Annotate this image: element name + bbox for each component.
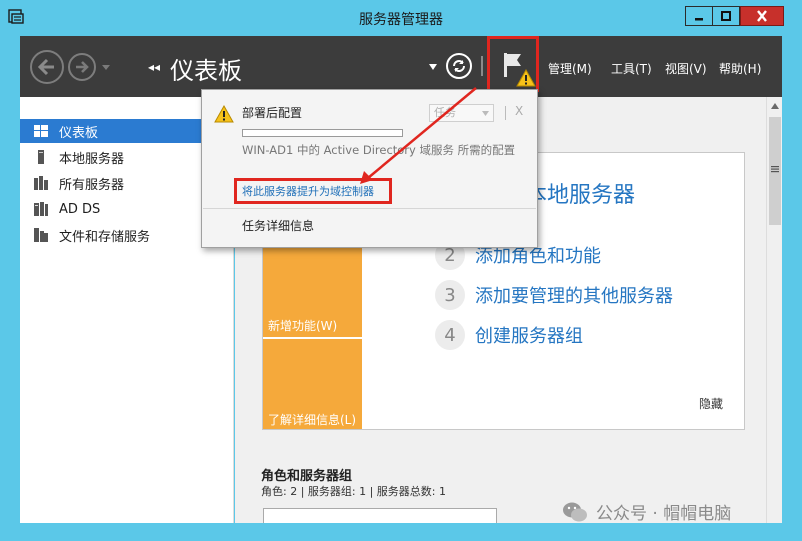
server-manager-window: 服务器管理器 ◂◂ 仪表板 管理(M) 工具(T) 视图(V) 帮助(H) 仪表… (0, 0, 802, 541)
annotation-arrow-overlay (360, 87, 477, 184)
bottom-frame (20, 523, 782, 541)
annotation-arrowhead-icon (360, 171, 373, 184)
annotation-arrow-line (367, 87, 477, 179)
